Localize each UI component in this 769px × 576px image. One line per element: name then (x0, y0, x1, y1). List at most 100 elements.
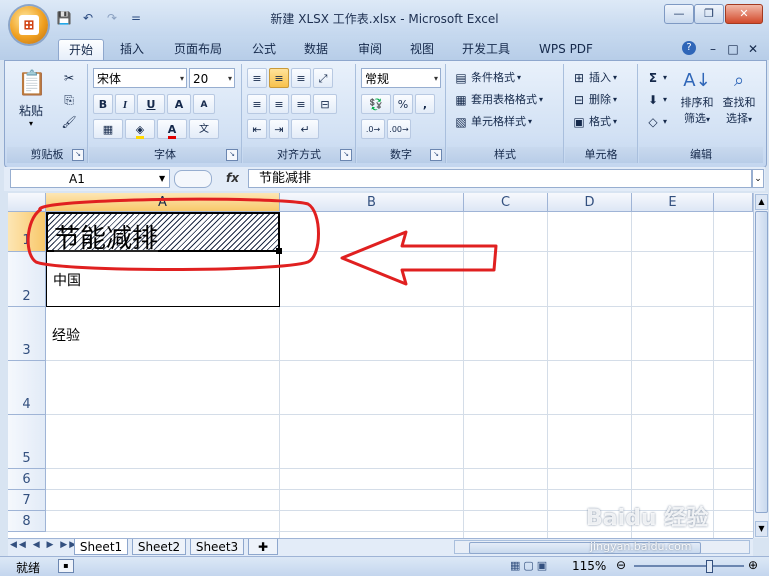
row-header-1[interactable]: 1 (8, 212, 46, 252)
tab-data[interactable]: 数据 (296, 39, 336, 59)
tab-review[interactable]: 审阅 (350, 39, 390, 59)
scroll-up-icon[interactable]: ▲ (755, 194, 768, 210)
worksheet-grid[interactable]: A B C D E 1 2 3 4 5 6 7 8 节能减排 中国 经验 (8, 193, 753, 538)
fill-button[interactable]: ⬇ ▾ (645, 90, 667, 110)
align-bottom-icon[interactable]: ≡ (291, 68, 311, 88)
phonetic-button[interactable]: 文 (189, 119, 219, 139)
increase-indent-icon[interactable]: ⇥ (269, 119, 289, 139)
alignment-launcher-icon[interactable]: ↘ (340, 149, 352, 161)
font-name-combo[interactable]: 宋体 ▾ (93, 68, 187, 88)
align-center-icon[interactable]: ≡ (269, 94, 289, 114)
sheet-tab-1[interactable]: Sheet1 (74, 539, 128, 555)
insert-sheet-icon[interactable]: ✚ (248, 539, 278, 555)
tab-home[interactable]: 开始 (58, 39, 104, 60)
font-color-button[interactable]: A (157, 119, 187, 139)
row-header-5[interactable]: 5 (8, 415, 46, 469)
number-format-combo[interactable]: 常规 ▾ (361, 68, 441, 88)
row-header-3[interactable]: 3 (8, 307, 46, 361)
merge-center-icon[interactable]: ⊟ (313, 94, 337, 114)
format-painter-icon[interactable]: 🖌 (61, 112, 77, 132)
conditional-format-button[interactable]: ▤ 条件格式 ▾ (453, 68, 521, 88)
expand-formula-bar-icon[interactable]: ⌄ (752, 169, 764, 188)
view-mode-icons[interactable]: ▦▢▣ (510, 559, 550, 572)
tab-insert[interactable]: 插入 (112, 39, 152, 59)
sheet-tab-3[interactable]: Sheet3 (190, 539, 244, 555)
currency-icon[interactable]: 💱 (361, 94, 391, 114)
zoom-level[interactable]: 115% (572, 559, 606, 573)
ribbon-minimize-button[interactable]: – (706, 39, 720, 59)
cell-a2[interactable]: 中国 (46, 252, 280, 307)
grow-font-button[interactable]: A (167, 94, 191, 114)
clear-button[interactable]: ◇ ▾ (645, 112, 667, 132)
cut-icon[interactable]: ✂ (61, 68, 77, 88)
tab-view[interactable]: 视图 (402, 39, 442, 59)
restore-button[interactable]: ❐ (694, 4, 724, 24)
format-as-table-button[interactable]: ▦ 套用表格格式 ▾ (453, 90, 543, 110)
format-cells-button[interactable]: ▣ 格式 ▾ (571, 112, 617, 132)
ribbon-close-button[interactable]: ✕ (746, 39, 760, 59)
align-top-icon[interactable]: ≡ (247, 68, 267, 88)
sheet-nav-icon[interactable]: ◀◀ ◀ ▶ ▶▶ (10, 540, 78, 550)
percent-button[interactable]: % (393, 94, 413, 114)
zoom-out-icon[interactable]: ⊖ (616, 558, 626, 572)
cell-a1[interactable]: 节能减排 (46, 212, 280, 255)
select-all-corner[interactable] (8, 193, 46, 212)
scroll-down-icon[interactable]: ▼ (755, 521, 768, 537)
column-header-d[interactable]: D (548, 193, 632, 212)
row-header-2[interactable]: 2 (8, 252, 46, 307)
bold-button[interactable]: B (93, 94, 113, 114)
cell-a3[interactable]: 经验 (46, 307, 280, 361)
ribbon-restore-button[interactable]: □ (726, 39, 740, 59)
macro-record-icon[interactable]: ▪ (58, 559, 74, 573)
minimize-button[interactable]: — (664, 4, 694, 24)
column-header-a[interactable]: A (46, 193, 280, 212)
wrap-text-icon[interactable]: ↵ (291, 119, 319, 139)
underline-button[interactable]: U (137, 94, 165, 114)
zoom-slider-handle[interactable] (706, 560, 713, 573)
align-left-icon[interactable]: ≡ (247, 94, 267, 114)
sheet-tab-2[interactable]: Sheet2 (132, 539, 186, 555)
sort-filter-button[interactable]: A↓ 排序和 筛选▾ (677, 68, 717, 126)
tab-developer[interactable]: 开发工具 (452, 39, 520, 59)
align-middle-icon[interactable]: ≡ (269, 68, 289, 88)
border-button[interactable]: ▦ (93, 119, 123, 139)
column-header-c[interactable]: C (464, 193, 548, 212)
fill-color-button[interactable]: ◈ (125, 119, 155, 139)
clipboard-launcher-icon[interactable]: ↘ (72, 149, 84, 161)
help-icon[interactable]: ? (682, 41, 696, 55)
orientation-icon[interactable]: ⤢ (313, 68, 333, 88)
column-header-f[interactable] (714, 193, 753, 212)
italic-button[interactable]: I (115, 94, 135, 114)
copy-icon[interactable]: ⎘ (61, 90, 77, 110)
decrease-decimal-icon[interactable]: .00→ (387, 119, 411, 139)
shrink-font-button[interactable]: A (193, 94, 215, 114)
cell-styles-button[interactable]: ▧ 单元格样式 ▾ (453, 112, 532, 132)
zoom-in-icon[interactable]: ⊕ (748, 558, 758, 572)
delete-cells-button[interactable]: ⊟ 删除 ▾ (571, 90, 617, 110)
column-header-b[interactable]: B (280, 193, 464, 212)
formula-input[interactable]: 节能减排 (248, 169, 752, 188)
paste-button[interactable]: 📋 粘贴 ▾ (15, 68, 47, 134)
name-box[interactable]: A1 ▼ (10, 169, 170, 188)
vertical-scrollbar[interactable]: ▲ ▼ (753, 193, 768, 538)
office-button[interactable]: ⊞ (10, 6, 48, 44)
close-button[interactable]: ✕ (725, 4, 763, 24)
increase-decimal-icon[interactable]: .0→ (361, 119, 385, 139)
insert-cells-button[interactable]: ⊞ 插入 ▾ (571, 68, 617, 88)
number-launcher-icon[interactable]: ↘ (430, 149, 442, 161)
row-header-7[interactable]: 7 (8, 490, 46, 511)
tab-wps-pdf[interactable]: WPS PDF (532, 39, 600, 59)
row-header-8[interactable]: 8 (8, 511, 46, 532)
column-header-e[interactable]: E (632, 193, 714, 212)
font-launcher-icon[interactable]: ↘ (226, 149, 238, 161)
insert-function-icon[interactable]: fx (226, 169, 244, 188)
tab-page-layout[interactable]: 页面布局 (166, 39, 230, 59)
font-size-combo[interactable]: 20 ▾ (189, 68, 235, 88)
scroll-thumb[interactable] (755, 211, 768, 513)
row-header-4[interactable]: 4 (8, 361, 46, 415)
comma-button[interactable]: , (415, 94, 435, 114)
formula-bar-resize-handle[interactable] (174, 170, 212, 188)
align-right-icon[interactable]: ≡ (291, 94, 311, 114)
find-select-button[interactable]: ⌕ 查找和 选择▾ (719, 68, 759, 126)
row-header-6[interactable]: 6 (8, 469, 46, 490)
